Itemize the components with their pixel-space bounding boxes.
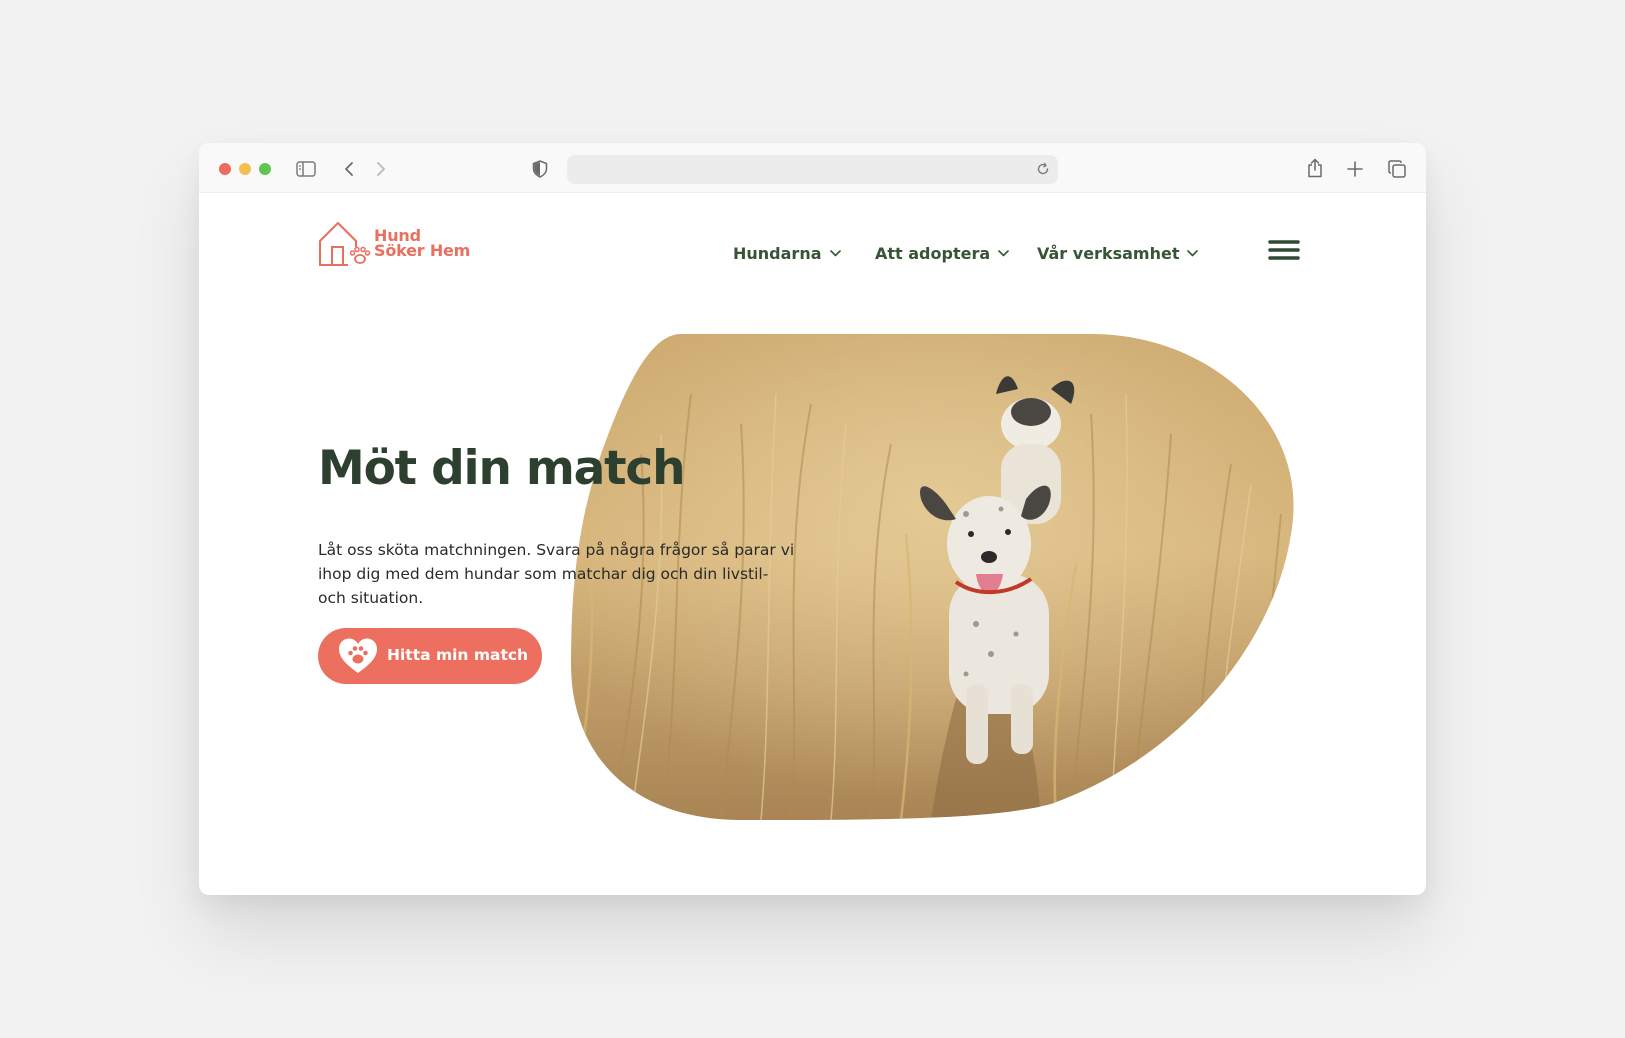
hero-description: Låt oss sköta matchningen. Svara på någr…: [318, 541, 795, 607]
new-tab-icon[interactable]: [1347, 161, 1363, 177]
address-bar[interactable]: [567, 155, 1058, 184]
minimize-window-button[interactable]: [239, 163, 251, 175]
shield-icon[interactable]: [532, 160, 548, 178]
hero-title: Möt din match: [318, 441, 686, 496]
logo[interactable]: Hund Söker Hem: [318, 221, 478, 267]
back-icon[interactable]: [343, 161, 355, 177]
tabs-icon[interactable]: [1388, 160, 1406, 178]
heart-paw-icon: [339, 638, 377, 673]
nav-item-hundarna[interactable]: Hundarna: [733, 244, 841, 263]
nav-item-att-adoptera[interactable]: Att adoptera: [875, 244, 1009, 263]
browser-toolbar: [199, 143, 1426, 193]
site-header: Hund Söker Hem Hundarna Att adoptera Vår…: [199, 193, 1426, 303]
browser-window: Hund Söker Hem Hundarna Att adoptera Vår…: [199, 143, 1426, 895]
nav-item-var-verksamhet[interactable]: Vår verksamhet: [1037, 244, 1199, 263]
logo-text-line2: Söker Hem: [374, 241, 471, 260]
house-paw-logo-icon: [319, 222, 371, 266]
maximize-window-button[interactable]: [259, 163, 271, 175]
chevron-down-icon: [829, 250, 841, 257]
nav-item-label: Vår verksamhet: [1037, 244, 1180, 263]
forward-icon[interactable]: [375, 161, 387, 177]
share-icon[interactable]: [1306, 158, 1324, 178]
nav-item-label: Att adoptera: [875, 244, 991, 263]
find-match-button[interactable]: Hitta min match: [318, 628, 542, 684]
nav-item-label: Hundarna: [733, 244, 822, 263]
sidebar-icon[interactable]: [296, 161, 316, 177]
close-window-button[interactable]: [219, 163, 231, 175]
find-match-button-label: Hitta min match: [387, 646, 529, 664]
reload-icon[interactable]: [1036, 162, 1050, 176]
chevron-down-icon: [1187, 250, 1199, 257]
hamburger-menu-icon[interactable]: [1268, 239, 1300, 261]
chevron-down-icon: [998, 250, 1009, 257]
